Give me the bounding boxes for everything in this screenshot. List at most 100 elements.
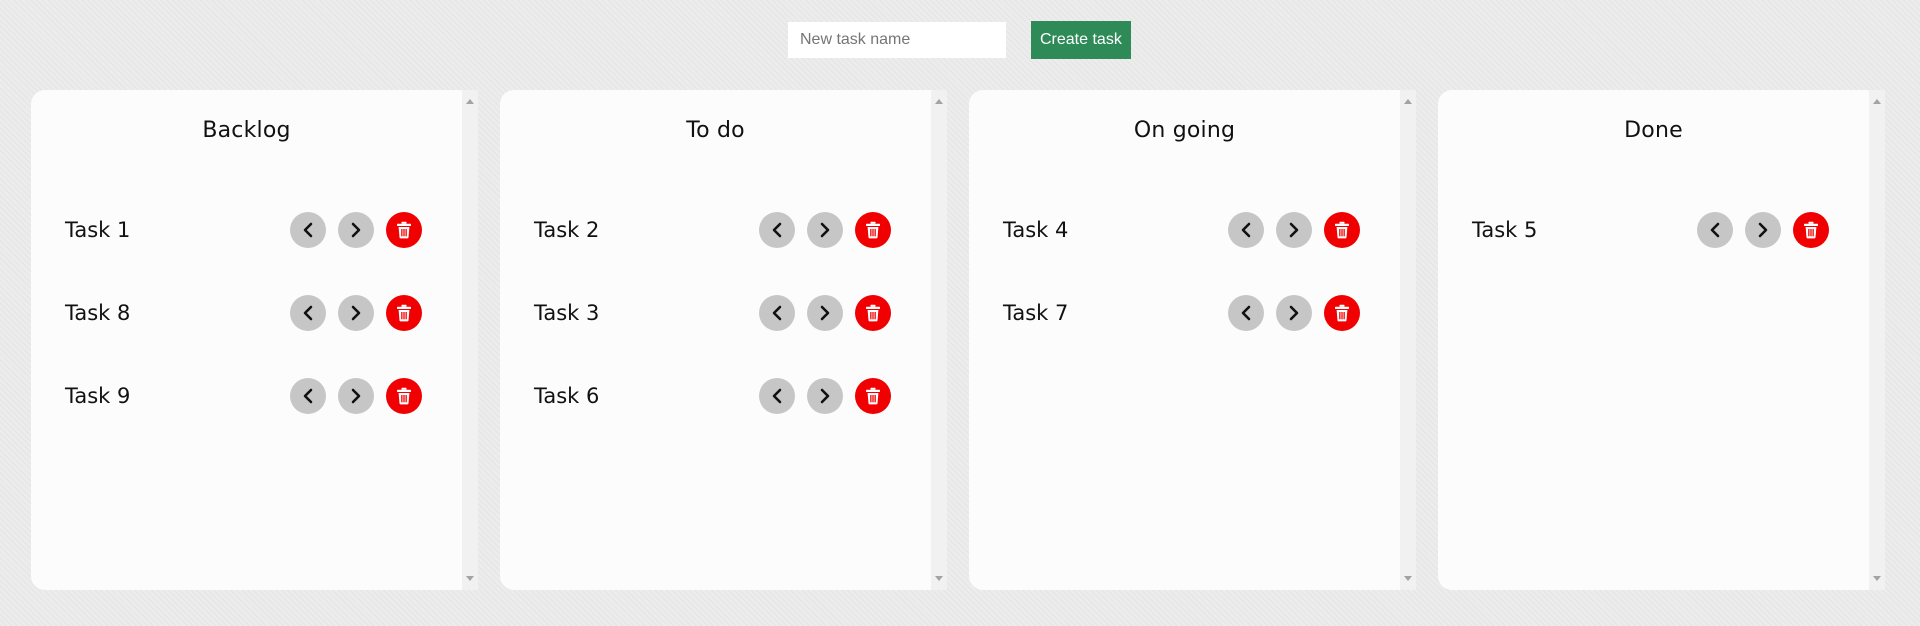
move-left-button[interactable]	[290, 212, 326, 248]
task-name: Task 5	[1472, 218, 1538, 242]
chevron-right-icon	[351, 388, 361, 404]
delete-task-button[interactable]	[386, 378, 422, 414]
task-name: Task 8	[65, 301, 131, 325]
task-list: Task 4 Task 7	[969, 212, 1400, 331]
scroll-down-icon[interactable]	[1404, 576, 1412, 581]
task-item: Task 7	[969, 295, 1400, 331]
move-right-button[interactable]	[1745, 212, 1781, 248]
chevron-left-icon	[772, 305, 782, 321]
trash-icon	[866, 221, 880, 239]
task-actions	[290, 378, 422, 414]
column-title: To do	[686, 118, 745, 143]
delete-task-button[interactable]	[1324, 295, 1360, 331]
move-right-button[interactable]	[1276, 212, 1312, 248]
column-scrollbar[interactable]	[1869, 90, 1885, 590]
task-list: Task 2 Task 3 Task 6	[500, 212, 931, 414]
kanban-board: Backlog Task 1 Task 8 Task 9 To do Task …	[31, 90, 1907, 590]
trash-icon	[1804, 221, 1818, 239]
trash-icon	[397, 304, 411, 322]
column-scrollbar[interactable]	[1400, 90, 1416, 590]
delete-task-button[interactable]	[855, 212, 891, 248]
scroll-down-icon[interactable]	[935, 576, 943, 581]
new-task-input[interactable]	[788, 22, 1006, 58]
column-todo: To do Task 2 Task 3 Task 6	[500, 90, 947, 590]
column-backlog: Backlog Task 1 Task 8 Task 9	[31, 90, 478, 590]
column-scrollbar[interactable]	[931, 90, 947, 590]
column-panel: To do Task 2 Task 3 Task 6	[500, 90, 931, 590]
delete-task-button[interactable]	[1793, 212, 1829, 248]
task-item: Task 2	[500, 212, 931, 248]
task-name: Task 1	[65, 218, 131, 242]
task-name: Task 4	[1003, 218, 1069, 242]
move-left-button[interactable]	[1228, 212, 1264, 248]
chevron-right-icon	[820, 305, 830, 321]
new-task-bar: Create task	[788, 21, 1131, 59]
trash-icon	[397, 221, 411, 239]
chevron-right-icon	[820, 388, 830, 404]
chevron-right-icon	[820, 222, 830, 238]
task-actions	[290, 295, 422, 331]
move-left-button[interactable]	[759, 212, 795, 248]
move-left-button[interactable]	[1697, 212, 1733, 248]
chevron-left-icon	[1241, 222, 1251, 238]
delete-task-button[interactable]	[1324, 212, 1360, 248]
task-name: Task 7	[1003, 301, 1069, 325]
move-left-button[interactable]	[290, 378, 326, 414]
task-actions	[759, 212, 891, 248]
chevron-right-icon	[351, 222, 361, 238]
delete-task-button[interactable]	[855, 295, 891, 331]
column-scrollbar[interactable]	[462, 90, 478, 590]
column-title: Done	[1624, 118, 1683, 143]
task-list: Task 5	[1438, 212, 1869, 248]
scroll-up-icon[interactable]	[935, 99, 943, 104]
task-actions	[290, 212, 422, 248]
column-done: Done Task 5	[1438, 90, 1885, 590]
task-actions	[759, 378, 891, 414]
column-title: On going	[1133, 118, 1236, 143]
task-actions	[1228, 295, 1360, 331]
scroll-down-icon[interactable]	[1873, 576, 1881, 581]
chevron-left-icon	[303, 388, 313, 404]
task-item: Task 4	[969, 212, 1400, 248]
task-name: Task 6	[534, 384, 600, 408]
chevron-right-icon	[1758, 222, 1768, 238]
scroll-down-icon[interactable]	[466, 576, 474, 581]
column-panel: Done Task 5	[1438, 90, 1869, 590]
task-actions	[759, 295, 891, 331]
column-title: Backlog	[202, 118, 291, 143]
chevron-left-icon	[772, 388, 782, 404]
move-right-button[interactable]	[1276, 295, 1312, 331]
task-item: Task 3	[500, 295, 931, 331]
task-actions	[1228, 212, 1360, 248]
move-left-button[interactable]	[290, 295, 326, 331]
task-name: Task 2	[534, 218, 600, 242]
task-list: Task 1 Task 8 Task 9	[31, 212, 462, 414]
task-name: Task 3	[534, 301, 600, 325]
task-item: Task 8	[31, 295, 462, 331]
scroll-up-icon[interactable]	[1873, 99, 1881, 104]
create-task-button[interactable]: Create task	[1031, 21, 1131, 59]
scroll-up-icon[interactable]	[1404, 99, 1412, 104]
move-right-button[interactable]	[807, 212, 843, 248]
move-left-button[interactable]	[759, 295, 795, 331]
move-right-button[interactable]	[807, 295, 843, 331]
move-right-button[interactable]	[338, 295, 374, 331]
delete-task-button[interactable]	[386, 295, 422, 331]
task-item: Task 5	[1438, 212, 1869, 248]
chevron-left-icon	[1241, 305, 1251, 321]
chevron-left-icon	[1710, 222, 1720, 238]
delete-task-button[interactable]	[386, 212, 422, 248]
column-panel: On going Task 4 Task 7	[969, 90, 1400, 590]
trash-icon	[866, 304, 880, 322]
column-ongoing: On going Task 4 Task 7	[969, 90, 1416, 590]
chevron-left-icon	[303, 305, 313, 321]
move-right-button[interactable]	[338, 378, 374, 414]
move-right-button[interactable]	[807, 378, 843, 414]
column-panel: Backlog Task 1 Task 8 Task 9	[31, 90, 462, 590]
delete-task-button[interactable]	[855, 378, 891, 414]
scroll-up-icon[interactable]	[466, 99, 474, 104]
move-right-button[interactable]	[338, 212, 374, 248]
chevron-right-icon	[351, 305, 361, 321]
move-left-button[interactable]	[1228, 295, 1264, 331]
move-left-button[interactable]	[759, 378, 795, 414]
